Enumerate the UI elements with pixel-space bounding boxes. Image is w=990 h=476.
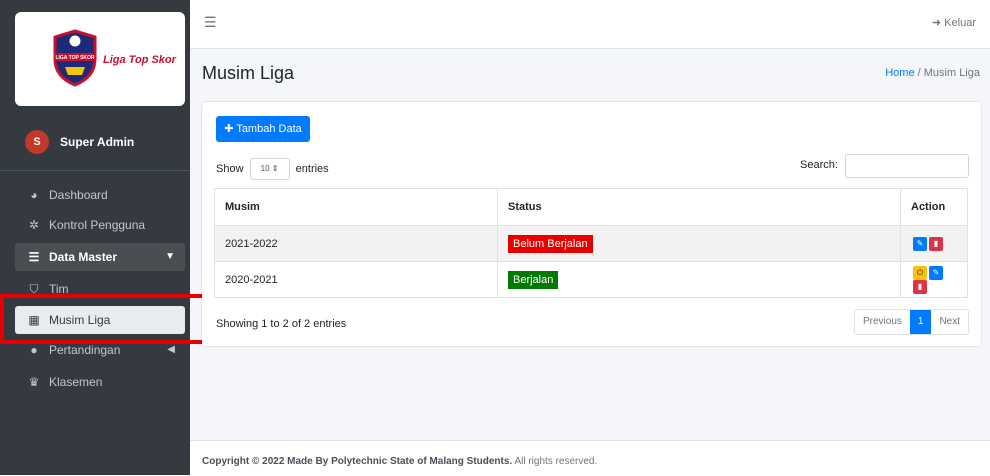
footer-copyright: Copyright © 2022 Made By Polytechnic Sta… <box>202 456 513 467</box>
edit-icon: ✎ <box>932 267 940 277</box>
logout-link[interactable]: ➜ Keluar <box>932 16 976 29</box>
entries-label: entries <box>295 162 329 175</box>
pagination-previous[interactable]: Previous <box>855 310 910 334</box>
footer-rights: All rights reserved. <box>514 456 598 467</box>
page-title: Musim Liga <box>202 63 295 83</box>
logout-icon: ➜ <box>931 17 945 29</box>
sidebar-item-label: Kontrol Pengguna <box>49 218 146 232</box>
table-row: 2020-2021 Berjalan ⏻ ✎ ▮ <box>214 261 968 298</box>
status-badge: Belum Berjalan <box>508 234 593 253</box>
length-control: Show 10 ⇕ entries <box>216 158 329 180</box>
search-input[interactable] <box>845 154 969 178</box>
trash-icon: ▮ <box>933 238 939 248</box>
edit-button[interactable]: ✎ <box>929 265 943 280</box>
cell-action: ✎ ▮ <box>900 225 968 262</box>
sidebar-item-label: Data Master <box>49 250 118 264</box>
sidebar-item-label: Pertandingan <box>49 343 121 357</box>
seasons-table: Musim Status Action 2021-2022 Belum Berj… <box>214 188 968 298</box>
pagination: Previous 1 Next <box>853 309 969 335</box>
sidebar: LIGA TOP SKOR Liga Top Skor S Super Admi… <box>0 0 190 475</box>
sidebar-item-klasemen[interactable]: ♛ Klasemen <box>15 368 185 396</box>
sidebar-item-dashboard[interactable]: ◕ Dashboard <box>15 181 185 209</box>
footer: Copyright © 2022 Made By Polytechnic Sta… <box>190 440 990 476</box>
cell-status: Belum Berjalan <box>497 225 901 262</box>
cell-status: Berjalan <box>497 261 901 298</box>
column-header-musim[interactable]: Musim <box>214 188 498 226</box>
table-row: 2021-2022 Belum Berjalan ✎ ▮ <box>214 225 968 262</box>
avatar: S <box>25 130 49 154</box>
edit-icon: ✎ <box>916 238 924 248</box>
data-card: ✚ Tambah Data Show 10 ⇕ entries Search: … <box>202 102 981 346</box>
user-panel[interactable]: S Super Admin <box>0 122 190 171</box>
database-icon: ☰ <box>28 250 40 264</box>
trophy-icon: ♛ <box>28 375 40 389</box>
breadcrumb: Home / Musim Liga <box>885 67 980 79</box>
power-icon: ⏻ <box>916 267 924 277</box>
breadcrumb-current: Musim Liga <box>923 67 980 79</box>
annotation-highlight-box <box>0 294 206 344</box>
table-header-row: Musim Status Action <box>214 188 968 226</box>
brand-logo-card[interactable]: LIGA TOP SKOR Liga Top Skor <box>15 12 185 106</box>
trash-icon: ▮ <box>917 281 923 291</box>
chevron-down-icon: ▼ <box>165 251 175 262</box>
sidebar-item-data-master[interactable]: ☰ Data Master ▼ <box>15 243 185 271</box>
sidebar-item-label: Dashboard <box>49 188 108 202</box>
brand-name: Liga Top Skor <box>103 54 176 66</box>
status-badge: Berjalan <box>508 270 559 289</box>
user-name[interactable]: Super Admin <box>60 135 134 149</box>
sidebar-item-kontrol-pengguna[interactable]: ✲ Kontrol Pengguna <box>15 211 185 239</box>
logout-label: Keluar <box>944 17 976 29</box>
entries-length-value: 10 <box>260 164 270 173</box>
edit-button[interactable]: ✎ <box>913 236 927 251</box>
cell-musim: 2020-2021 <box>214 261 498 298</box>
delete-button[interactable]: ▮ <box>913 279 927 294</box>
search-label: Search: <box>800 159 838 171</box>
add-data-button[interactable]: ✚ Tambah Data <box>216 116 310 142</box>
plus-icon: ✚ <box>224 123 237 135</box>
breadcrumb-separator: / <box>917 67 921 79</box>
shield-text: LIGA TOP SKOR <box>55 55 94 61</box>
select-arrows-icon: ⇕ <box>271 164 279 173</box>
users-cog-icon: ✲ <box>28 218 40 232</box>
breadcrumb-home-link[interactable]: Home <box>885 67 914 79</box>
show-label: Show <box>216 162 244 175</box>
cell-musim: 2021-2022 <box>214 225 498 262</box>
dashboard-icon: ◕ <box>30 188 38 202</box>
league-shield-logo: LIGA TOP SKOR <box>53 29 97 87</box>
pagination-next[interactable]: Next <box>931 310 968 334</box>
add-data-label: Tambah Data <box>236 123 302 135</box>
column-header-status[interactable]: Status <box>497 188 901 226</box>
entries-length-select[interactable]: 10 ⇕ <box>249 158 290 180</box>
cell-action: ⏻ ✎ ▮ <box>900 261 968 298</box>
toggle-status-button[interactable]: ⏻ <box>913 265 927 280</box>
top-navbar: ☰ ➜ Keluar <box>190 0 990 49</box>
delete-button[interactable]: ▮ <box>929 236 943 251</box>
column-header-action[interactable]: Action <box>900 188 968 226</box>
table-info: Showing 1 to 2 of 2 entries <box>216 318 347 330</box>
pagination-page-1[interactable]: 1 <box>909 310 932 334</box>
menu-toggle-icon[interactable]: ☰ <box>204 14 217 31</box>
footer-text: Copyright © 2022 Made By Polytechnic Sta… <box>202 456 597 467</box>
sidebar-item-label: Klasemen <box>49 375 103 389</box>
